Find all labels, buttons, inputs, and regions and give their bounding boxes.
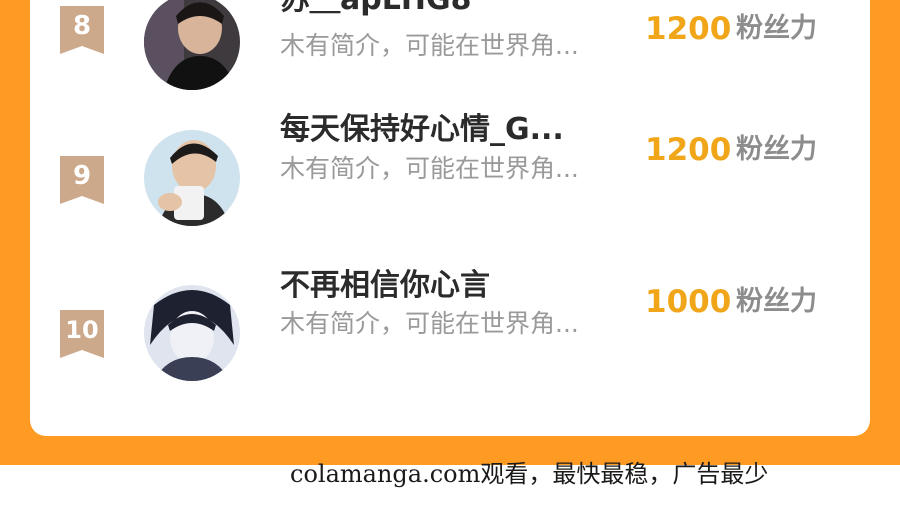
fan-score: 1000 xyxy=(645,284,732,320)
user-photo-icon xyxy=(144,0,240,90)
ranking-row[interactable]: 10 不再相信你心言 木有简介，可能在世界角... 1000 粉丝力 xyxy=(30,268,870,385)
fan-score-unit: 粉丝力 xyxy=(736,134,817,165)
ranking-row[interactable]: 9 每天保持好心情_G... 木有简介，可能在世界角... 1200 粉丝力 xyxy=(30,112,870,230)
rank-badge: 10 xyxy=(60,310,104,358)
user-photo-icon xyxy=(144,130,240,226)
user-photo-icon xyxy=(144,285,240,381)
avatar[interactable] xyxy=(144,130,240,226)
user-name[interactable]: 每天保持好心情_G... xyxy=(280,110,564,150)
rank-badge: 9 xyxy=(60,156,104,204)
ranking-card: 8 苏＿apLHG8 木有简介，可能在世界角... 1200 粉丝力 9 xyxy=(30,0,870,436)
user-bio: 木有简介，可能在世界角... xyxy=(280,154,579,183)
fan-score-unit: 粉丝力 xyxy=(736,286,817,317)
avatar[interactable] xyxy=(144,0,240,90)
user-name[interactable]: 苏＿apLHG8 xyxy=(280,0,471,20)
ranking-row[interactable]: 8 苏＿apLHG8 木有简介，可能在世界角... 1200 粉丝力 xyxy=(30,0,870,90)
avatar[interactable] xyxy=(144,285,240,381)
rank-badge: 8 xyxy=(60,6,104,54)
rank-number: 10 xyxy=(65,316,99,344)
user-name[interactable]: 不再相信你心言 xyxy=(280,266,490,306)
site-watermark: colamanga.com观看，最快最稳，广告最少 xyxy=(290,460,769,488)
fan-score-unit: 粉丝力 xyxy=(736,13,817,44)
user-bio: 木有简介，可能在世界角... xyxy=(280,309,579,338)
rank-number: 8 xyxy=(72,11,92,41)
rank-number: 9 xyxy=(72,161,92,191)
fan-score: 1200 xyxy=(645,11,732,47)
user-bio: 木有简介，可能在世界角... xyxy=(280,31,579,60)
fan-score: 1200 xyxy=(645,132,732,168)
